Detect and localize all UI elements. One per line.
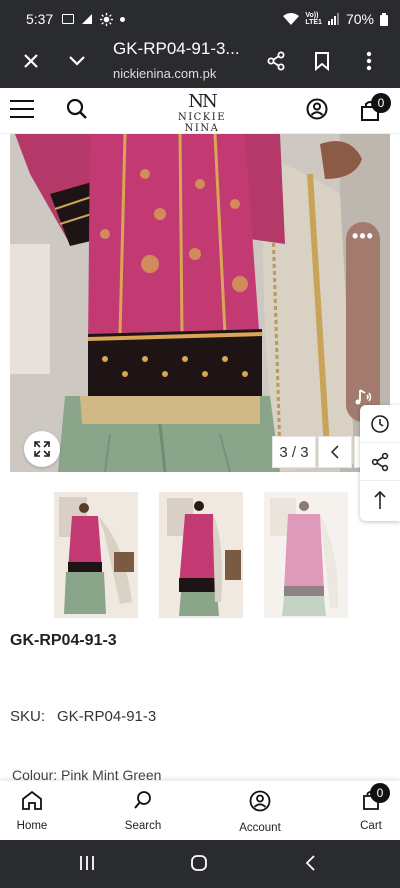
menu-icon-line bbox=[10, 100, 34, 102]
account-icon bbox=[249, 790, 271, 812]
home-system-button[interactable] bbox=[190, 854, 208, 877]
chevron-down-icon bbox=[69, 56, 85, 66]
menu-icon-line bbox=[10, 108, 34, 110]
thumbnail-2[interactable] bbox=[159, 492, 243, 618]
nav-cart-count-badge: 0 bbox=[370, 783, 390, 803]
more-notifications-dot bbox=[120, 16, 126, 22]
menu-button[interactable] bbox=[10, 100, 34, 120]
product-title: GK-RP04-91-3 bbox=[10, 632, 117, 649]
thumbnail-photo bbox=[159, 492, 243, 618]
account-icon bbox=[306, 98, 328, 120]
browser-menu-button[interactable] bbox=[354, 46, 384, 76]
product-main-image[interactable]: 3 / 3 bbox=[10, 134, 390, 472]
menu-icon-line bbox=[10, 116, 34, 118]
nav-account-label: Account bbox=[239, 822, 281, 834]
colour-label: Colour: bbox=[12, 767, 58, 781]
search-icon bbox=[134, 791, 151, 809]
close-tab-button[interactable] bbox=[16, 46, 46, 76]
status-time: 5:37 bbox=[26, 11, 54, 27]
browser-url: nickienina.com.pk bbox=[113, 66, 217, 81]
wifi-icon bbox=[283, 13, 300, 25]
arrow-up-icon bbox=[374, 490, 386, 509]
colour-value: Pink Mint Green bbox=[61, 767, 162, 781]
thumbnail-3-selected[interactable] bbox=[264, 492, 348, 618]
thumbnail-strip bbox=[54, 492, 350, 618]
close-icon bbox=[24, 54, 38, 68]
side-share-button[interactable] bbox=[360, 443, 400, 481]
widget-menu-dots[interactable]: ••• bbox=[346, 227, 380, 245]
bottom-navigation: Home Search Account Cart 0 bbox=[0, 781, 400, 840]
header-cart-count-badge: 0 bbox=[371, 93, 391, 113]
search-icon bbox=[66, 98, 87, 119]
share-icon bbox=[267, 51, 285, 71]
logo-mark: NN bbox=[188, 91, 218, 112]
site-header: NN NICKIE NINA 0 bbox=[0, 88, 400, 134]
sku-value: GK-RP04-91-3 bbox=[57, 708, 157, 725]
scroll-to-top-button[interactable] bbox=[360, 481, 400, 519]
colour-row: Colour: Pink Mint Green bbox=[12, 767, 161, 781]
sun-notification-icon bbox=[100, 12, 114, 26]
back-icon bbox=[305, 855, 315, 871]
sku-label: SKU: bbox=[10, 708, 46, 725]
product-photo bbox=[10, 134, 390, 472]
browser-toolbar: GK-RP04-91-3... nickienina.com.pk bbox=[0, 38, 400, 88]
nav-cart-label: Cart bbox=[360, 820, 382, 832]
more-vertical-icon bbox=[366, 51, 372, 71]
logo-text: NICKIE NINA bbox=[177, 112, 227, 134]
site-logo[interactable]: NN NICKIE NINA bbox=[160, 91, 244, 135]
nav-account[interactable]: Account bbox=[225, 790, 295, 834]
battery-icon bbox=[380, 12, 388, 26]
browser-page-title: GK-RP04-91-3... bbox=[113, 39, 240, 58]
nav-cart[interactable]: Cart bbox=[336, 790, 400, 832]
search-button[interactable] bbox=[66, 98, 88, 125]
account-button[interactable] bbox=[306, 98, 328, 125]
recent-apps-button[interactable] bbox=[78, 854, 96, 877]
home-icon bbox=[22, 790, 42, 810]
music-note-icon bbox=[355, 389, 372, 405]
share-button[interactable] bbox=[261, 46, 291, 76]
minimize-tab-button[interactable] bbox=[62, 46, 92, 76]
recent-apps-icon bbox=[80, 856, 94, 870]
thumbnail-1[interactable] bbox=[54, 492, 138, 618]
nav-search[interactable]: Search bbox=[108, 790, 178, 832]
side-toolbar bbox=[360, 405, 400, 521]
network-label: Vo)) LTE1 bbox=[305, 12, 322, 26]
system-navigation-bar bbox=[0, 840, 400, 888]
chevron-left-icon bbox=[330, 445, 339, 459]
clock-icon bbox=[371, 414, 389, 433]
signal-icon bbox=[327, 13, 339, 25]
expand-icon bbox=[34, 441, 50, 457]
system-status: Vo)) LTE1 70% bbox=[283, 11, 388, 27]
home-circle-icon bbox=[191, 855, 207, 871]
thumbnail-photo bbox=[264, 492, 348, 618]
nav-home[interactable]: Home bbox=[0, 790, 67, 832]
previous-image-button[interactable] bbox=[318, 436, 352, 468]
network-notification-icon bbox=[82, 14, 93, 24]
status-bar: 5:37 Vo)) LTE1 70% bbox=[0, 0, 400, 38]
nav-search-label: Search bbox=[124, 820, 162, 832]
image-counter: 3 / 3 bbox=[272, 436, 316, 468]
zoom-button[interactable] bbox=[24, 431, 60, 467]
gallery-notification-icon bbox=[62, 14, 75, 24]
nav-home-label: Home bbox=[16, 820, 48, 832]
battery-percent: 70% bbox=[345, 11, 374, 27]
history-button[interactable] bbox=[360, 405, 400, 443]
share-icon bbox=[371, 452, 389, 471]
bookmark-icon bbox=[315, 52, 329, 71]
back-system-button[interactable] bbox=[304, 854, 316, 877]
thumbnail-photo bbox=[54, 492, 138, 618]
floating-widget[interactable]: ••• bbox=[346, 222, 380, 422]
sku-row: SKU: GK-RP04-91-3 bbox=[10, 708, 156, 725]
notification-icons bbox=[62, 12, 126, 26]
bookmark-button[interactable] bbox=[307, 46, 337, 76]
